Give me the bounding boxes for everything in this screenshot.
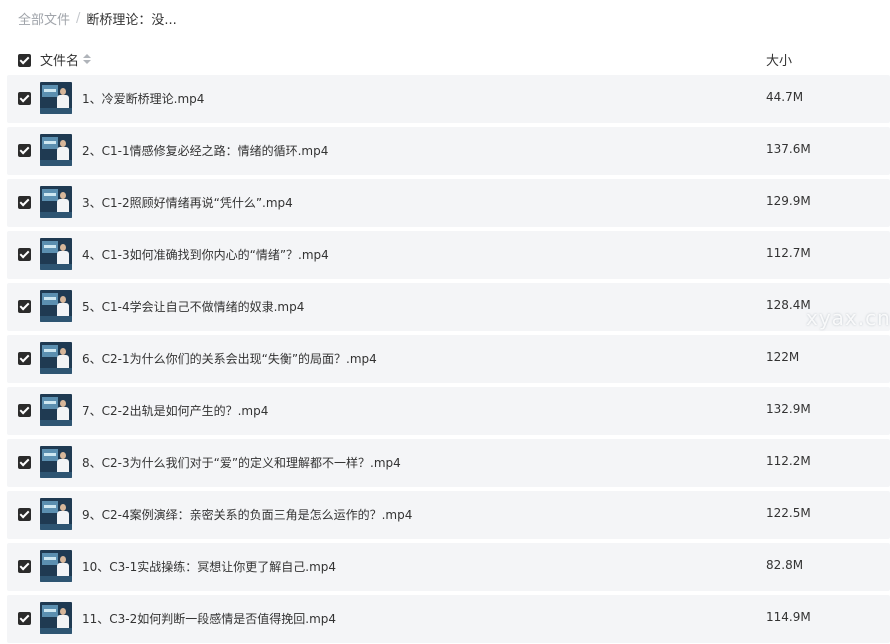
file-row[interactable]: 2、C1-1情感修复必经之路：情绪的循环.mp4 137.6M	[7, 127, 890, 175]
video-thumbnail[interactable]	[40, 394, 72, 426]
file-list-header: 文件名 大小	[0, 44, 890, 74]
file-name[interactable]: 6、C2-1为什么你们的关系会出现“失衡”的局面？.mp4	[82, 350, 377, 367]
file-size: 112.7M	[766, 246, 811, 260]
file-name[interactable]: 11、C3-2如何判断一段感情是否值得挽回.mp4	[82, 610, 336, 627]
video-thumbnail[interactable]	[40, 290, 72, 322]
file-size: 82.8M	[766, 558, 804, 572]
video-thumbnail[interactable]	[40, 186, 72, 218]
file-row[interactable]: 10、C3-1实战操练：冥想让你更了解自己.mp4 82.8M	[7, 543, 890, 591]
file-checkbox[interactable]	[18, 352, 31, 365]
file-size: 122M	[766, 350, 800, 364]
file-checkbox[interactable]	[18, 560, 31, 573]
watermark: xyax.cn	[806, 306, 890, 330]
file-size: 129.9M	[766, 194, 811, 208]
file-checkbox[interactable]	[18, 456, 31, 469]
video-thumbnail[interactable]	[40, 342, 72, 374]
breadcrumb-root-link[interactable]: 全部文件	[18, 9, 70, 28]
video-thumbnail[interactable]	[40, 602, 72, 634]
file-size: 122.5M	[766, 506, 811, 520]
name-column-label: 文件名	[40, 54, 80, 69]
file-row[interactable]: 3、C1-2照顾好情绪再说“凭什么”.mp4 129.9M	[7, 179, 890, 227]
file-row[interactable]: 8、C2-3为什么我们对于“爱”的定义和理解都不一样？.mp4 112.2M	[7, 439, 890, 487]
file-row[interactable]: 11、C3-2如何判断一段感情是否值得挽回.mp4 114.9M	[7, 595, 890, 643]
size-column-header[interactable]: 大小	[766, 50, 792, 69]
file-name[interactable]: 7、C2-2出轨是如何产生的？.mp4	[82, 402, 268, 419]
file-checkbox[interactable]	[18, 508, 31, 521]
file-size: 44.7M	[766, 90, 804, 104]
sort-icon[interactable]	[83, 53, 92, 66]
video-thumbnail[interactable]	[40, 446, 72, 478]
file-name[interactable]: 9、C2-4案例演绎：亲密关系的负面三角是怎么运作的？.mp4	[82, 506, 412, 523]
file-name[interactable]: 4、C1-3如何准确找到你内心的“情绪”？.mp4	[82, 246, 329, 263]
breadcrumb-separator: /	[76, 10, 81, 26]
select-all-checkbox[interactable]	[18, 54, 31, 67]
file-checkbox[interactable]	[18, 612, 31, 625]
video-thumbnail[interactable]	[40, 498, 72, 530]
breadcrumb: 全部文件 / 断桥理论：没...	[18, 8, 177, 28]
file-size: 114.9M	[766, 610, 811, 624]
file-checkbox[interactable]	[18, 404, 31, 417]
file-browser: 全部文件 / 断桥理论：没... 文件名 大小 1、冷爱断桥理论.mp4 44.…	[0, 0, 890, 644]
file-name[interactable]: 2、C1-1情感修复必经之路：情绪的循环.mp4	[82, 142, 328, 159]
file-size: 132.9M	[766, 402, 811, 416]
video-thumbnail[interactable]	[40, 550, 72, 582]
file-checkbox[interactable]	[18, 144, 31, 157]
file-name[interactable]: 1、冷爱断桥理论.mp4	[82, 90, 204, 107]
file-name[interactable]: 3、C1-2照顾好情绪再说“凭什么”.mp4	[82, 194, 293, 211]
file-name[interactable]: 8、C2-3为什么我们对于“爱”的定义和理解都不一样？.mp4	[82, 454, 401, 471]
file-checkbox[interactable]	[18, 196, 31, 209]
file-checkbox[interactable]	[18, 248, 31, 261]
file-row[interactable]: 1、冷爱断桥理论.mp4 44.7M	[7, 75, 890, 123]
file-list: 1、冷爱断桥理论.mp4 44.7M 2、C1-1情感修复必经之路：情绪的循环.…	[7, 75, 890, 644]
file-checkbox[interactable]	[18, 300, 31, 313]
video-thumbnail[interactable]	[40, 82, 72, 114]
file-name[interactable]: 5、C1-4学会让自己不做情绪的奴隶.mp4	[82, 298, 304, 315]
video-thumbnail[interactable]	[40, 134, 72, 166]
file-row[interactable]: 5、C1-4学会让自己不做情绪的奴隶.mp4 128.4M	[7, 283, 890, 331]
file-size: 137.6M	[766, 142, 811, 156]
breadcrumb-current-folder: 断桥理论：没...	[86, 12, 177, 28]
file-size: 112.2M	[766, 454, 811, 468]
file-checkbox[interactable]	[18, 92, 31, 105]
file-row[interactable]: 7、C2-2出轨是如何产生的？.mp4 132.9M	[7, 387, 890, 435]
file-row[interactable]: 4、C1-3如何准确找到你内心的“情绪”？.mp4 112.7M	[7, 231, 890, 279]
file-size: 128.4M	[766, 298, 811, 312]
name-column-header[interactable]: 文件名	[40, 50, 92, 69]
file-row[interactable]: 6、C2-1为什么你们的关系会出现“失衡”的局面？.mp4 122M	[7, 335, 890, 383]
file-row[interactable]: 9、C2-4案例演绎：亲密关系的负面三角是怎么运作的？.mp4 122.5M	[7, 491, 890, 539]
video-thumbnail[interactable]	[40, 238, 72, 270]
file-name[interactable]: 10、C3-1实战操练：冥想让你更了解自己.mp4	[82, 558, 336, 575]
